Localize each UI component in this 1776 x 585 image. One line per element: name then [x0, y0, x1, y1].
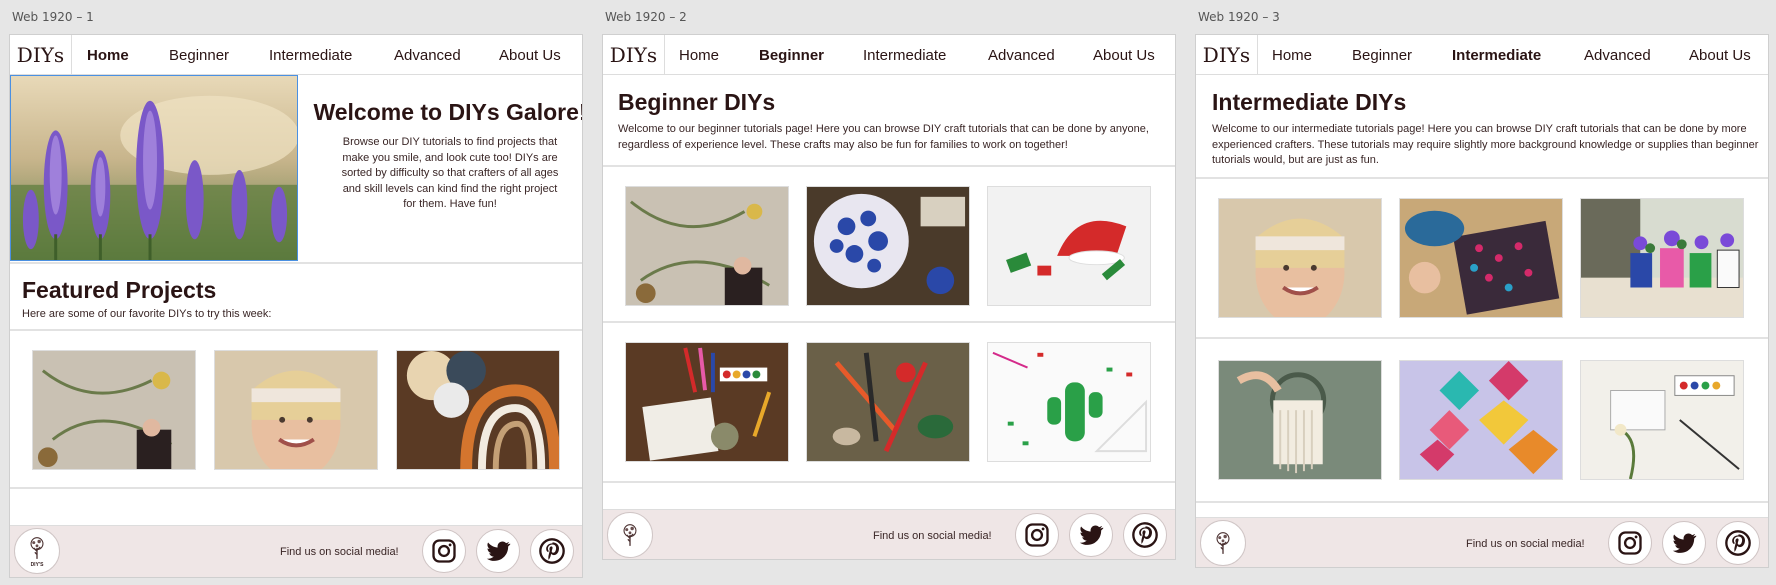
- hero-image: [10, 75, 298, 261]
- intermediate-page: DIYs Home Beginner Intermediate Advanced…: [1195, 34, 1769, 568]
- divider: [10, 329, 582, 331]
- nav-item-about-us[interactable]: About Us: [1093, 47, 1155, 64]
- twitter-icon: [484, 537, 512, 565]
- page-intro: Welcome to our intermediate tutorials pa…: [1212, 123, 1759, 166]
- footer-logo[interactable]: [1200, 520, 1246, 566]
- footer-social-text: Find us on social media!: [1466, 538, 1585, 550]
- twitter-button[interactable]: [1662, 521, 1706, 565]
- tutorial-image[interactable]: [1580, 198, 1744, 318]
- tutorial-image[interactable]: [806, 342, 970, 462]
- artboard-label-1: Web 1920 – 1: [12, 10, 94, 24]
- artboard-label-2: Web 1920 – 2: [605, 10, 687, 24]
- welcome-text: Browse our DIY tutorials to find project…: [341, 136, 559, 211]
- nav-bar: DIYs Home Beginner Intermediate Advanced…: [10, 35, 582, 75]
- page-intro: Welcome to our beginner tutorials page! …: [618, 123, 1149, 151]
- tutorial-image[interactable]: [625, 186, 789, 306]
- footer: DIY'S Find us on social media!: [10, 525, 582, 577]
- nav-bar: DIYs Home Beginner Intermediate Advanced…: [1196, 35, 1768, 75]
- instagram-icon: [1616, 529, 1644, 557]
- nav-item-advanced[interactable]: Advanced: [1584, 47, 1651, 64]
- footer-logo[interactable]: [607, 512, 653, 558]
- twitter-icon: [1077, 521, 1105, 549]
- featured-project-image[interactable]: [396, 350, 560, 470]
- featured-project-image[interactable]: [214, 350, 378, 470]
- site-logo[interactable]: DIYs: [10, 35, 72, 75]
- home-page: DIYs Home Beginner Intermediate Advanced…: [9, 34, 583, 578]
- nav-item-beginner[interactable]: Beginner: [169, 47, 229, 64]
- page-title: Intermediate DIYs: [1212, 89, 1407, 115]
- pinterest-button[interactable]: [1123, 513, 1167, 557]
- tutorial-image[interactable]: [806, 186, 970, 306]
- welcome-title: Welcome to DIYs Galore!: [313, 99, 583, 125]
- nav-item-home[interactable]: Home: [1272, 47, 1312, 64]
- pinterest-icon: [538, 537, 566, 565]
- footer-logo[interactable]: DIY'S: [14, 528, 60, 574]
- footer: Find us on social media!: [1196, 517, 1768, 567]
- instagram-button[interactable]: [1608, 521, 1652, 565]
- tutorial-image[interactable]: [987, 186, 1151, 306]
- featured-project-image[interactable]: [32, 350, 196, 470]
- tutorial-image[interactable]: [987, 342, 1151, 462]
- pinterest-button[interactable]: [1716, 521, 1760, 565]
- divider: [10, 487, 582, 489]
- pinterest-icon: [1131, 521, 1159, 549]
- nav-item-intermediate[interactable]: Intermediate: [269, 47, 352, 64]
- nav-item-beginner[interactable]: Beginner: [1352, 47, 1412, 64]
- twitter-button[interactable]: [1069, 513, 1113, 557]
- divider: [603, 321, 1175, 323]
- tutorial-image[interactable]: [1218, 198, 1382, 318]
- nav-item-intermediate[interactable]: Intermediate: [1452, 47, 1541, 64]
- divider: [10, 262, 582, 264]
- tutorial-image[interactable]: [1218, 360, 1382, 480]
- nav-item-advanced[interactable]: Advanced: [394, 47, 461, 64]
- page-title: Beginner DIYs: [618, 89, 776, 115]
- instagram-icon: [1023, 521, 1051, 549]
- nav-bar: DIYs Home Beginner Intermediate Advanced…: [603, 35, 1175, 75]
- footer-logo-text: DIY'S: [30, 561, 44, 568]
- artboard-label-3: Web 1920 – 3: [1198, 10, 1280, 24]
- nav-item-home[interactable]: Home: [87, 47, 129, 64]
- twitter-icon: [1670, 529, 1698, 557]
- divider: [1196, 501, 1768, 503]
- footer-social-text: Find us on social media!: [873, 530, 992, 542]
- footer-social-text: Find us on social media!: [280, 546, 399, 558]
- featured-title: Featured Projects: [22, 277, 217, 303]
- twitter-button[interactable]: [476, 529, 520, 573]
- nav-item-intermediate[interactable]: Intermediate: [863, 47, 946, 64]
- tutorial-image[interactable]: [625, 342, 789, 462]
- tutorial-image[interactable]: [1580, 360, 1744, 480]
- instagram-icon: [430, 537, 458, 565]
- site-logo[interactable]: DIYs: [603, 35, 665, 75]
- tutorial-image[interactable]: [1399, 360, 1563, 480]
- nav-item-home[interactable]: Home: [679, 47, 719, 64]
- divider: [1196, 337, 1768, 339]
- site-logo[interactable]: DIYs: [1196, 35, 1258, 75]
- footer: Find us on social media!: [603, 509, 1175, 559]
- nav-item-about-us[interactable]: About Us: [1689, 47, 1751, 64]
- divider: [603, 165, 1175, 167]
- divider: [1196, 177, 1768, 179]
- pinterest-button[interactable]: [530, 529, 574, 573]
- featured-subtitle: Here are some of our favorite DIYs to tr…: [22, 308, 272, 320]
- divider: [603, 481, 1175, 483]
- tutorial-image[interactable]: [1399, 198, 1563, 318]
- pinterest-icon: [1724, 529, 1752, 557]
- nav-item-advanced[interactable]: Advanced: [988, 47, 1055, 64]
- beginner-page: DIYs Home Beginner Intermediate Advanced…: [602, 34, 1176, 560]
- nav-item-about-us[interactable]: About Us: [499, 47, 561, 64]
- nav-item-beginner[interactable]: Beginner: [759, 47, 824, 64]
- instagram-button[interactable]: [1015, 513, 1059, 557]
- instagram-button[interactable]: [422, 529, 466, 573]
